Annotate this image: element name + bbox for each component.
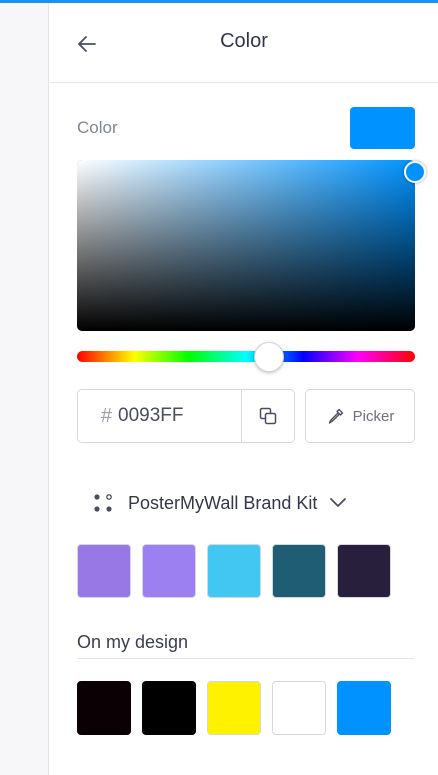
brand-swatch[interactable] [207, 544, 261, 598]
eyedropper-icon [328, 408, 343, 424]
brand-swatch[interactable] [337, 544, 391, 598]
brand-swatch[interactable] [142, 544, 196, 598]
design-swatch[interactable] [77, 681, 131, 735]
brand-kit-label: PosterMyWall Brand Kit [128, 492, 318, 513]
hue-slider-handle[interactable] [254, 342, 284, 372]
hex-input[interactable] [118, 390, 241, 442]
color-panel: Color Color # Picker Post [50, 3, 438, 775]
chevron-down-icon [329, 497, 347, 509]
panel-header: Color [50, 3, 438, 83]
hue-slider[interactable] [77, 351, 415, 362]
design-swatch[interactable] [207, 681, 261, 735]
color-picker-button[interactable]: Picker [305, 389, 415, 443]
design-swatch[interactable] [272, 681, 326, 735]
brand-kit-dropdown[interactable]: PosterMyWall Brand Kit [92, 488, 347, 518]
saturation-value-handle[interactable] [404, 161, 426, 183]
design-swatch[interactable] [337, 681, 391, 735]
copy-button[interactable] [241, 390, 294, 442]
dots-icon [94, 494, 112, 512]
brand-kit-swatches [77, 544, 391, 598]
page-title: Color [220, 30, 268, 52]
section-divider [77, 658, 415, 659]
color-label: Color [77, 118, 118, 137]
design-swatch[interactable] [142, 681, 196, 735]
hex-input-group: # [77, 389, 295, 443]
on-my-design-title: On my design [77, 632, 189, 652]
copy-icon [259, 407, 277, 425]
current-color-swatch[interactable] [350, 107, 415, 149]
brand-swatch[interactable] [272, 544, 326, 598]
design-color-swatches [77, 681, 391, 735]
saturation-value-area[interactable] [77, 160, 415, 331]
left-sidebar-strip [0, 3, 49, 775]
brand-swatch[interactable] [77, 544, 131, 598]
hash-symbol: # [100, 404, 112, 427]
picker-label: Picker [352, 407, 395, 425]
